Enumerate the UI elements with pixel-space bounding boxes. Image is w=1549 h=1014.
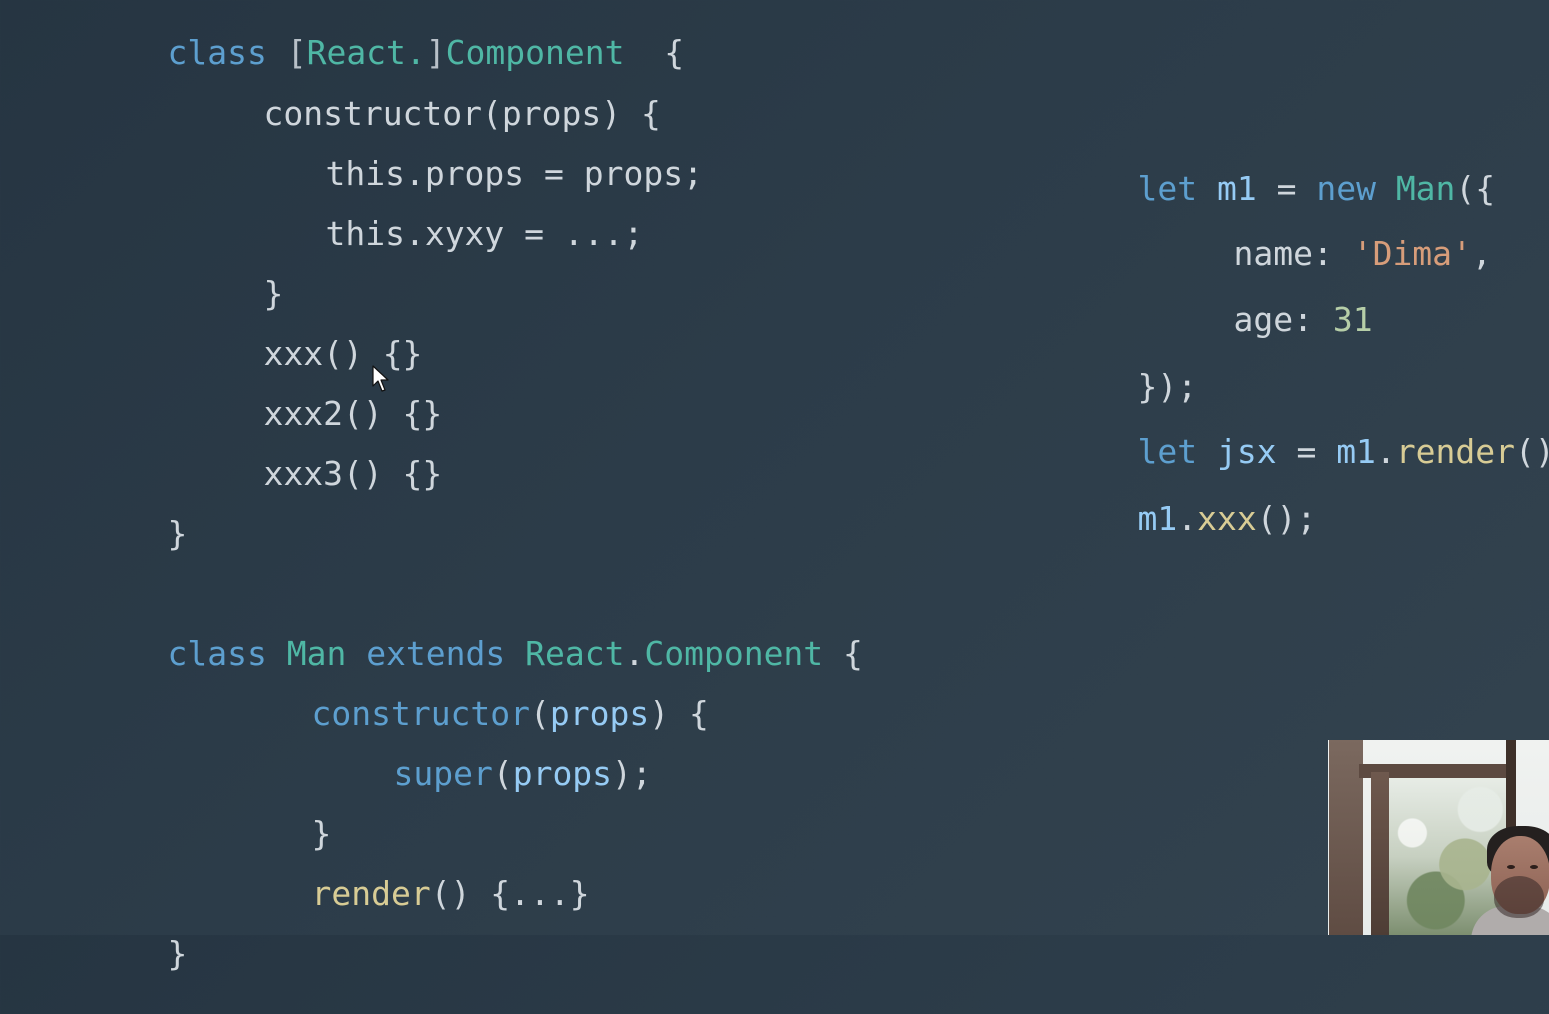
left-line-12-token-4: ); [612, 754, 652, 793]
left-line-13: } [232, 774, 331, 853]
right-line-5-token-7: (); [1515, 432, 1549, 471]
right-line-5: let jsx = m1.render(); [1058, 392, 1549, 471]
left-line-15-token-1: } [167, 934, 188, 973]
right-line-2: name: 'Dima', [1154, 194, 1491, 273]
person-left-eye [1507, 865, 1515, 869]
left-line-9-token-1: } [167, 514, 188, 553]
webcam-preview [1328, 740, 1549, 935]
left-line-8-token-1: xxx3() {} [263, 454, 443, 493]
left-line-1: class [React.]Component { [88, 0, 684, 72]
right-line-3-token-1: age: [1233, 300, 1333, 339]
left-line-4-token-1: this.xyxy = ...; [325, 214, 644, 253]
left-line-3: this.props = props; [246, 114, 703, 193]
right-line-3-token-2: 31 [1332, 300, 1373, 339]
left-line-5: } [184, 234, 283, 313]
right-line-6-token-4: (); [1256, 499, 1317, 538]
right-line-5-token-5: . [1375, 432, 1396, 471]
code-slide: class [React.]Component { constructor(pr… [0, 0, 1549, 973]
left-line-10: class Man extends React.Component { [88, 594, 862, 673]
left-line-15: } [88, 894, 187, 973]
left-line-14-token-1: render [311, 874, 431, 913]
right-line-6-token-2: . [1177, 499, 1198, 538]
left-line-12-token-2: ( [492, 754, 513, 793]
person-beard [1494, 876, 1544, 918]
left-line-12-token-1: super [393, 754, 493, 793]
window-frame-middle [1371, 772, 1389, 935]
left-line-7: xxx2() {} [184, 354, 442, 433]
right-line-6-token-3: xxx [1197, 499, 1257, 538]
right-line-5-token-6: render [1395, 432, 1516, 471]
right-line-6: m1.xxx(); [1058, 459, 1316, 538]
person-right-eye [1530, 865, 1538, 869]
left-line-12: super(props); [314, 714, 651, 793]
left-line-9: } [88, 474, 187, 553]
left-line-14-token-2: () {...} [430, 874, 590, 913]
right-line-5-token-4: m1 [1336, 432, 1376, 471]
left-line-14: render() {...} [232, 834, 589, 913]
left-line-4: this.xyxy = ...; [246, 174, 643, 253]
left-line-11-token-4: ) { [649, 694, 709, 733]
left-line-2: constructor(props) { [184, 54, 660, 133]
right-line-6-token-1: m1 [1137, 499, 1178, 538]
mouse-pointer-icon [372, 365, 389, 392]
left-line-12-token-3: props [512, 754, 613, 793]
right-line-2-token-3: , [1471, 234, 1492, 273]
right-line-1: let m1 = new Man({ [1058, 129, 1495, 208]
right-line-4: }); [1058, 327, 1197, 406]
left-line-10-token-7: { [823, 634, 863, 673]
left-line-8: xxx3() {} [184, 414, 442, 493]
right-line-3: age: 31 [1154, 260, 1372, 339]
window-frame-left [1329, 740, 1363, 935]
left-line-11: constructor(props) { [232, 654, 708, 733]
left-line-6: xxx() {} [184, 294, 422, 373]
